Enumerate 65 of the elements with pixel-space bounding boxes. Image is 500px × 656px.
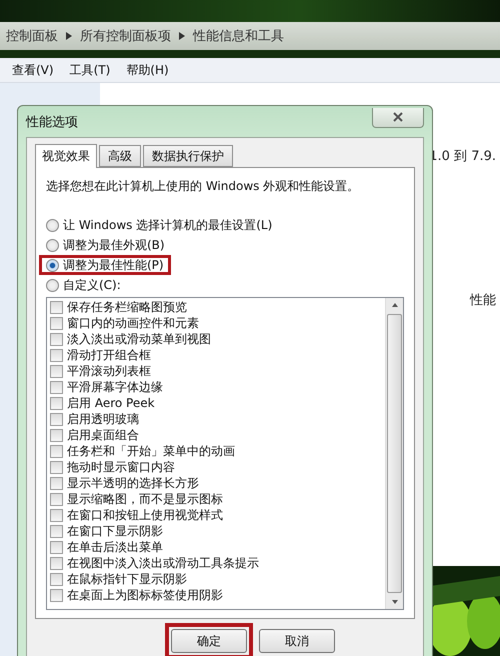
option-label[interactable]: 调整为最佳性能(P): [63, 256, 164, 274]
radio-button[interactable]: [46, 238, 59, 252]
checkbox-label[interactable]: 显示半透明的选择长方形: [67, 474, 199, 492]
checkbox[interactable]: [50, 348, 63, 362]
checkbox[interactable]: [50, 300, 63, 314]
checkbox-label[interactable]: 拖动时显示窗口内容: [67, 458, 175, 476]
checkbox-label[interactable]: 显示缩略图，而不是显示图标: [67, 490, 223, 508]
option-label[interactable]: 调整为最佳外观(B): [63, 236, 165, 254]
scrollbar-thumb[interactable]: [387, 314, 402, 593]
checkbox-label[interactable]: 启用 Aero Peek: [67, 394, 155, 412]
tab[interactable]: 高级: [99, 145, 141, 167]
checkbox[interactable]: [50, 332, 63, 346]
checkbox[interactable]: [50, 444, 63, 458]
menu-item[interactable]: 查看(V): [12, 62, 54, 78]
checkbox[interactable]: [50, 492, 63, 506]
checkbox[interactable]: [50, 588, 63, 602]
checkbox-label[interactable]: 在桌面上为图标标签使用阴影: [67, 586, 223, 604]
checkbox[interactable]: [50, 364, 63, 378]
ok-button[interactable]: 确定: [171, 629, 247, 653]
cancel-button[interactable]: 取消: [259, 629, 335, 653]
checkbox[interactable]: [50, 508, 63, 522]
checkbox-label[interactable]: 在视图中淡入淡出或滑动工具条提示: [67, 554, 259, 572]
checkbox-label[interactable]: 窗口内的动画控件和元素: [67, 314, 199, 332]
description-text: 选择您想在此计算机上使用的 Windows 外观和性能设置。: [46, 178, 360, 195]
menu-item[interactable]: 帮助(H): [126, 62, 169, 78]
option-label[interactable]: 让 Windows 选择计算机的最佳设置(L): [63, 216, 272, 234]
checkbox[interactable]: [50, 460, 63, 474]
checkbox-label[interactable]: 在鼠标指针下显示阴影: [67, 570, 187, 588]
checkbox-label[interactable]: 平滑屏幕字体边缘: [67, 378, 163, 396]
checkbox[interactable]: [50, 524, 63, 538]
checkbox-label[interactable]: 保存任务栏缩略图预览: [67, 298, 187, 316]
checkbox-label[interactable]: 在单击后淡出菜单: [67, 538, 163, 556]
radio-button[interactable]: [46, 278, 59, 292]
checkbox-label[interactable]: 平滑滚动列表框: [67, 362, 151, 380]
breadcrumb-item[interactable]: 控制面板: [6, 27, 58, 45]
dialog-title: 性能选项: [26, 114, 78, 130]
checkbox[interactable]: [50, 412, 63, 426]
checkbox[interactable]: [50, 428, 63, 442]
close-icon: [392, 112, 404, 122]
checkbox-label[interactable]: 滑动打开组合框: [67, 346, 151, 364]
checkbox-label[interactable]: 在窗口和按钮上使用视觉样式: [67, 506, 223, 524]
option-label[interactable]: 自定义(C):: [63, 276, 121, 294]
chevron-icon: [66, 32, 72, 40]
checkbox-label[interactable]: 启用透明玻璃: [67, 410, 139, 428]
tab[interactable]: 数据执行保护: [143, 145, 233, 167]
menu-item[interactable]: 工具(T): [70, 62, 110, 78]
background-text: 性能: [470, 292, 496, 309]
checkbox[interactable]: [50, 380, 63, 394]
checkbox[interactable]: [50, 572, 63, 586]
radio-button[interactable]: [46, 258, 59, 272]
checkbox[interactable]: [50, 476, 63, 490]
close-button[interactable]: [372, 108, 424, 128]
checkbox-label[interactable]: 淡入淡出或滑动菜单到视图: [67, 330, 211, 348]
checkbox-label[interactable]: 启用桌面组合: [67, 426, 139, 444]
breadcrumb-item[interactable]: 性能信息和工具: [193, 27, 284, 45]
checkbox[interactable]: [50, 396, 63, 410]
checkbox[interactable]: [50, 316, 63, 330]
radio-button[interactable]: [46, 218, 59, 232]
checkbox-label[interactable]: 任务栏和「开始」菜单中的动画: [67, 442, 235, 460]
chevron-icon: [179, 32, 185, 40]
breadcrumb-item[interactable]: 所有控制面板项: [80, 27, 171, 45]
checkbox-label[interactable]: 在窗口下显示阴影: [67, 522, 163, 540]
tab[interactable]: 视觉效果: [35, 144, 97, 168]
checkbox[interactable]: [50, 540, 63, 554]
checkbox[interactable]: [50, 556, 63, 570]
